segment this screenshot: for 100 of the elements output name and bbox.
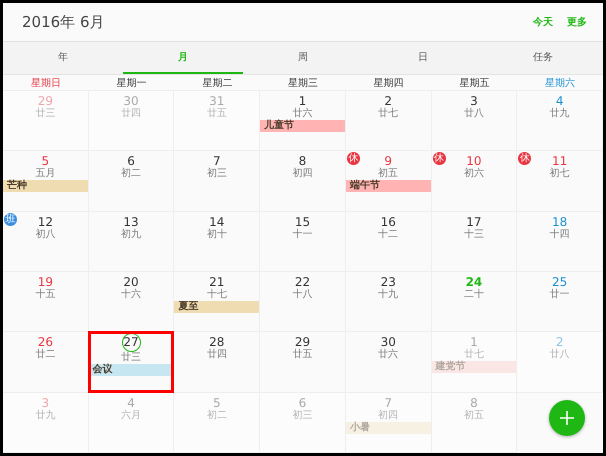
day-number: 22 xyxy=(294,274,310,289)
holiday-badge: 休 xyxy=(346,152,360,166)
day-number: 2 xyxy=(384,94,392,108)
lunar-date: 廿五 xyxy=(292,349,312,360)
day-cell[interactable]: 15 十一 xyxy=(260,212,346,272)
lunar-date: 廿八 xyxy=(464,108,484,119)
lunar-date: 初四 xyxy=(378,410,398,421)
day-number: 16 xyxy=(380,214,396,229)
view-tab[interactable]: 日 xyxy=(363,42,483,74)
day-number: 13 xyxy=(123,214,139,229)
lunar-date: 十三 xyxy=(464,228,484,240)
day-number: 1 xyxy=(298,94,306,108)
lunar-date: 廿九 xyxy=(550,108,570,119)
day-number: 15 xyxy=(294,214,310,229)
event-label[interactable]: 儿童节 xyxy=(260,120,345,132)
lunar-date: 廿八 xyxy=(550,349,570,360)
view-tab[interactable]: 年 xyxy=(3,42,123,74)
day-cell[interactable]: 4 廿九 xyxy=(517,91,603,152)
day-cell[interactable]: 30 廿六 xyxy=(346,332,432,393)
day-cell[interactable]: 1 廿六 儿童节 xyxy=(260,91,346,152)
lunar-date: 初六 xyxy=(464,168,484,180)
lunar-date: 初三 xyxy=(292,410,312,421)
day-cell[interactable]: 2 廿七 xyxy=(346,91,432,152)
day-cell[interactable]: 16 十二 xyxy=(346,212,432,272)
lunar-date: 初七 xyxy=(550,168,570,180)
weekday-label: 星期五 xyxy=(459,76,490,90)
lunar-date: 初二 xyxy=(121,168,142,180)
holiday-badge: 休 xyxy=(518,152,532,166)
day-cell[interactable]: 休 11 初七 xyxy=(517,151,603,212)
lunar-date: 廿四 xyxy=(121,108,142,119)
day-number: 29 xyxy=(38,94,53,108)
day-cell[interactable]: 5 五月 芒种 xyxy=(3,151,89,212)
day-number: 18 xyxy=(552,214,568,229)
day-cell[interactable]: 22 十八 xyxy=(260,272,346,332)
day-number: 7 xyxy=(212,154,221,168)
day-cell[interactable]: 25 廿一 xyxy=(517,272,603,332)
lunar-date: 十八 xyxy=(292,288,312,300)
day-cell[interactable]: 17 十三 xyxy=(432,212,518,272)
lunar-date: 廿七 xyxy=(464,349,484,360)
view-tab[interactable]: 周 xyxy=(243,42,363,74)
lunar-date: 五月 xyxy=(35,168,56,180)
event-label[interactable]: 夏至 xyxy=(174,300,260,313)
day-cell[interactable]: 休 9 初五 端午节 xyxy=(346,151,432,212)
day-cell[interactable]: 6 初二 xyxy=(88,151,174,212)
day-cell[interactable]: 23 十九 xyxy=(346,272,432,332)
day-number: 10 xyxy=(466,154,482,168)
day-number: 14 xyxy=(209,214,224,229)
day-cell[interactable]: 21 十七 夏至 xyxy=(174,272,260,332)
lunar-date: 十五 xyxy=(35,288,56,300)
lunar-date: 廿五 xyxy=(206,108,227,119)
lunar-date: 十九 xyxy=(378,288,398,300)
day-cell[interactable]: 19 十五 xyxy=(3,272,89,332)
lunar-date: 十七 xyxy=(206,288,227,300)
day-number: 26 xyxy=(38,335,53,350)
day-cell[interactable]: 20 十六 xyxy=(88,272,174,332)
plus-icon xyxy=(560,411,574,425)
day-number: 3 xyxy=(470,94,478,108)
lunar-date: 六月 xyxy=(121,410,142,421)
day-number: 28 xyxy=(209,335,224,350)
day-cell[interactable]: 28 廿四 xyxy=(174,332,260,393)
day-cell[interactable]: 29 廿五 xyxy=(260,332,346,393)
day-number: 23 xyxy=(380,274,396,289)
event-label[interactable]: 芒种 xyxy=(3,180,88,192)
event-label[interactable]: 端午节 xyxy=(346,180,431,192)
lunar-date: 初五 xyxy=(378,168,398,180)
lunar-date: 初三 xyxy=(206,168,227,180)
event-label[interactable]: 会议 xyxy=(88,364,174,376)
day-cell[interactable]: 7 初三 xyxy=(174,151,260,212)
lunar-date: 初四 xyxy=(292,168,312,180)
day-cell[interactable]: 27 廿三 会议 xyxy=(88,332,174,393)
lunar-date: 廿三 xyxy=(121,352,142,364)
holiday-badge: 休 xyxy=(432,152,446,166)
lunar-date: 廿七 xyxy=(378,108,398,119)
day-cell[interactable]: 班 12 初八 xyxy=(3,212,89,272)
lunar-date: 十六 xyxy=(121,288,142,300)
day-cell[interactable]: 3 廿八 xyxy=(432,91,518,152)
day-number: 6 xyxy=(298,396,306,410)
day-number: 30 xyxy=(123,94,139,108)
add-button[interactable] xyxy=(549,400,585,436)
day-number: 25 xyxy=(552,274,568,289)
day-number: 5 xyxy=(42,154,50,168)
lunar-date: 廿三 xyxy=(35,108,56,119)
day-number: 2 xyxy=(556,335,564,350)
month-title: 2016年 6月 xyxy=(22,12,106,32)
day-cell[interactable]: 8 初四 xyxy=(260,151,346,212)
day-number: 31 xyxy=(209,94,224,108)
day-number: 29 xyxy=(294,335,310,350)
weekday-label: 星期一 xyxy=(116,76,147,90)
view-tab[interactable]: 任务 xyxy=(483,42,603,74)
day-cell[interactable]: 18 十四 xyxy=(517,212,603,272)
lunar-date: 廿二 xyxy=(35,349,56,360)
day-number: 21 xyxy=(209,274,224,289)
day-cell[interactable]: 休 10 初六 xyxy=(432,151,518,212)
day-cell[interactable]: 13 初九 xyxy=(88,212,174,272)
lunar-date: 十一 xyxy=(292,228,312,240)
weekday-label: 星期二 xyxy=(202,76,232,90)
day-cell[interactable]: 14 初十 xyxy=(174,212,260,272)
day-number: 6 xyxy=(127,154,135,168)
day-number: 8 xyxy=(298,154,306,168)
day-cell[interactable]: 24 二十 xyxy=(432,272,518,332)
